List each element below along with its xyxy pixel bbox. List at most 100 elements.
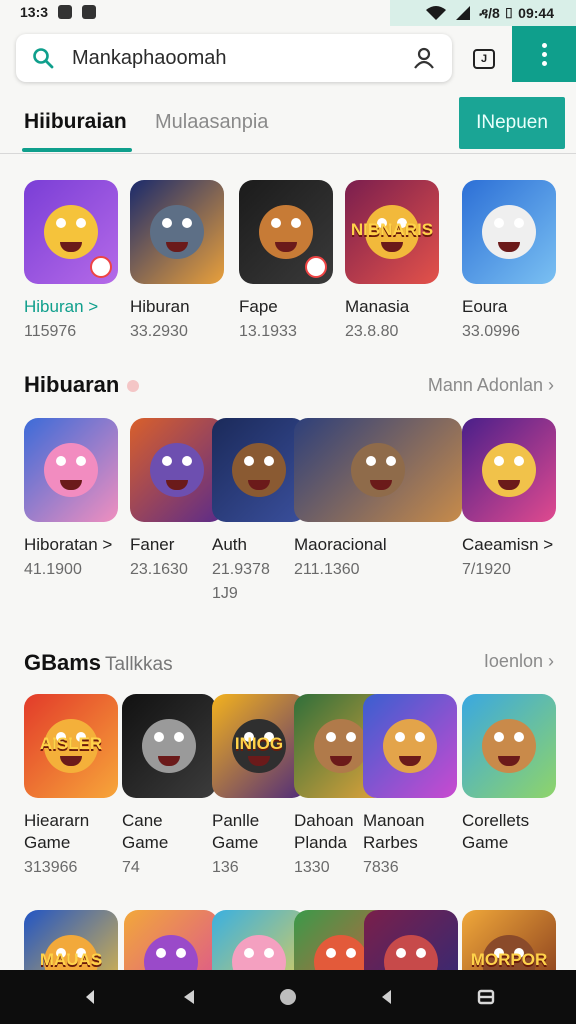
back-icon[interactable] bbox=[81, 988, 99, 1006]
app-name: Caeamisn > bbox=[462, 535, 554, 554]
app-badge-icon bbox=[305, 256, 327, 278]
app-download-count: 7/1920 bbox=[462, 561, 511, 578]
character-eye bbox=[396, 948, 406, 958]
character-eye bbox=[291, 218, 301, 228]
app-icon[interactable] bbox=[364, 910, 458, 970]
character-eye bbox=[346, 948, 356, 958]
character-eye bbox=[494, 218, 504, 228]
tab-hiburan[interactable]: Hiiburaian bbox=[24, 110, 127, 134]
character-eye bbox=[514, 218, 524, 228]
chevron-right-icon: › bbox=[548, 651, 554, 671]
tab-action-button[interactable]: INepuen bbox=[459, 97, 565, 149]
app-icon[interactable] bbox=[122, 694, 216, 798]
chevron-right-icon: › bbox=[548, 375, 554, 395]
section-more-text: Mann Adonlan bbox=[427, 375, 543, 395]
app-card[interactable]: Hiburan 33.2930 bbox=[130, 180, 238, 344]
app-icon[interactable]: INIOG bbox=[212, 694, 306, 798]
status-indicators: ዳ/8 ▯ 09:44 bbox=[390, 0, 576, 26]
app-card[interactable]: Hiboratan > 41.1900 bbox=[24, 418, 132, 582]
more-vert-icon-dot bbox=[541, 60, 547, 66]
app-card[interactable]: AISLER Hieararn Game 313966 bbox=[24, 694, 132, 880]
character-eye bbox=[182, 456, 192, 466]
app-name: Manoan bbox=[363, 811, 425, 830]
home-icon[interactable] bbox=[279, 988, 297, 1006]
character-eye bbox=[264, 456, 274, 466]
app-notification-icon bbox=[82, 5, 97, 19]
character-eye bbox=[415, 732, 425, 742]
active-tab-indicator bbox=[22, 148, 132, 152]
app-card[interactable]: MAUAS bbox=[24, 910, 132, 970]
app-card[interactable]: Fape 13.1933 bbox=[239, 180, 347, 344]
app-name: Hiburan bbox=[130, 297, 190, 316]
app-download-count: 41.1900 bbox=[24, 561, 82, 578]
app-icon[interactable]: AISLER bbox=[24, 694, 118, 798]
character-eye bbox=[366, 456, 376, 466]
character-eye bbox=[326, 732, 336, 742]
app-download-count: 313966 bbox=[24, 859, 78, 876]
search-input[interactable]: Mankaphaoomah bbox=[72, 47, 412, 70]
section-more-link[interactable]: Ioenlon › bbox=[484, 651, 554, 672]
app-card[interactable]: NIBNARIS Manasia 23.8.80 bbox=[345, 180, 453, 344]
signal-icon bbox=[456, 6, 471, 20]
app-icon[interactable] bbox=[294, 418, 462, 522]
app-icon[interactable]: MORPOR bbox=[462, 910, 556, 970]
character-eye bbox=[76, 218, 86, 228]
app-icon[interactable]: MAUAS bbox=[24, 910, 118, 970]
tabs-switcher-button[interactable]: J bbox=[462, 40, 506, 78]
recents-icon[interactable] bbox=[477, 988, 495, 1006]
more-vert-icon bbox=[541, 42, 547, 48]
app-icon[interactable] bbox=[363, 694, 457, 798]
app-name: Hieararn bbox=[24, 811, 90, 830]
app-icon[interactable] bbox=[24, 180, 118, 284]
app-icon[interactable] bbox=[212, 418, 306, 522]
app-row-featured: Hiburan > 115976 Hiburan 33.2930 Fape 13.1933… bbox=[0, 180, 576, 350]
app-name: Hiburan > bbox=[24, 297, 99, 316]
app-row-hiburan: Hiboratan >41.1900 Faner 23.1630 Auth 21.937… bbox=[0, 418, 576, 618]
section-more-link[interactable]: Mann Adonlan › bbox=[428, 375, 554, 396]
character-eye bbox=[244, 456, 254, 466]
app-icon[interactable] bbox=[124, 910, 218, 970]
app-card[interactable]: Manoan Rarbes 7836 bbox=[363, 694, 471, 880]
app-card[interactable] bbox=[364, 910, 472, 970]
section-title-text: GBams bbox=[24, 650, 102, 675]
app-card[interactable]: Maoracional 211.1360 bbox=[294, 418, 464, 582]
character-eye bbox=[386, 456, 396, 466]
app-card[interactable]: MORPOR bbox=[462, 910, 570, 970]
character-eye bbox=[514, 732, 524, 742]
character-eye bbox=[416, 948, 426, 958]
character-eye bbox=[56, 456, 66, 466]
app-row-more: MAUAS MORPOR bbox=[0, 910, 576, 970]
back-icon[interactable] bbox=[180, 988, 198, 1006]
app-name: Maoracional bbox=[294, 535, 387, 554]
app-card[interactable]: Caeamisn > 7/1920 bbox=[462, 418, 570, 582]
section-title-text: Hibuaran bbox=[24, 372, 120, 397]
app-icon[interactable]: NIBNARIS bbox=[345, 180, 439, 284]
app-icon[interactable] bbox=[239, 180, 333, 284]
search-bar[interactable]: Mankaphaoomah bbox=[16, 34, 452, 82]
character-art bbox=[314, 935, 368, 970]
status-right-text: ዳ/8 ▯ 09:44 bbox=[479, 4, 554, 21]
character-eye bbox=[264, 948, 274, 958]
app-icon[interactable] bbox=[462, 180, 556, 284]
status-bar: 13:3 ዳ/8 ▯ 09:44 bbox=[0, 0, 576, 26]
account-icon[interactable] bbox=[412, 46, 436, 70]
app-icon[interactable] bbox=[212, 910, 306, 970]
tab-secondary[interactable]: Mulaasanpia bbox=[155, 111, 268, 134]
more-options-button[interactable] bbox=[512, 26, 576, 82]
app-icon[interactable] bbox=[130, 180, 224, 284]
app-icon[interactable] bbox=[462, 418, 556, 522]
app-card[interactable]: Corellets Game bbox=[462, 694, 570, 854]
app-card[interactable]: Eoura 33.0996 bbox=[462, 180, 570, 344]
back-icon[interactable] bbox=[378, 988, 396, 1006]
character-eye bbox=[174, 732, 184, 742]
character-eye bbox=[244, 948, 254, 958]
app-logo-text: AISLER bbox=[39, 734, 103, 753]
section-title: GBams Tallkkas bbox=[24, 650, 173, 676]
character-eye bbox=[76, 456, 86, 466]
character-eye bbox=[395, 732, 405, 742]
app-name: Eoura bbox=[462, 297, 508, 316]
app-card[interactable]: Hiburan > 115976 bbox=[24, 180, 132, 344]
app-icon[interactable] bbox=[130, 418, 224, 522]
app-icon[interactable] bbox=[24, 418, 118, 522]
app-icon[interactable] bbox=[462, 694, 556, 798]
